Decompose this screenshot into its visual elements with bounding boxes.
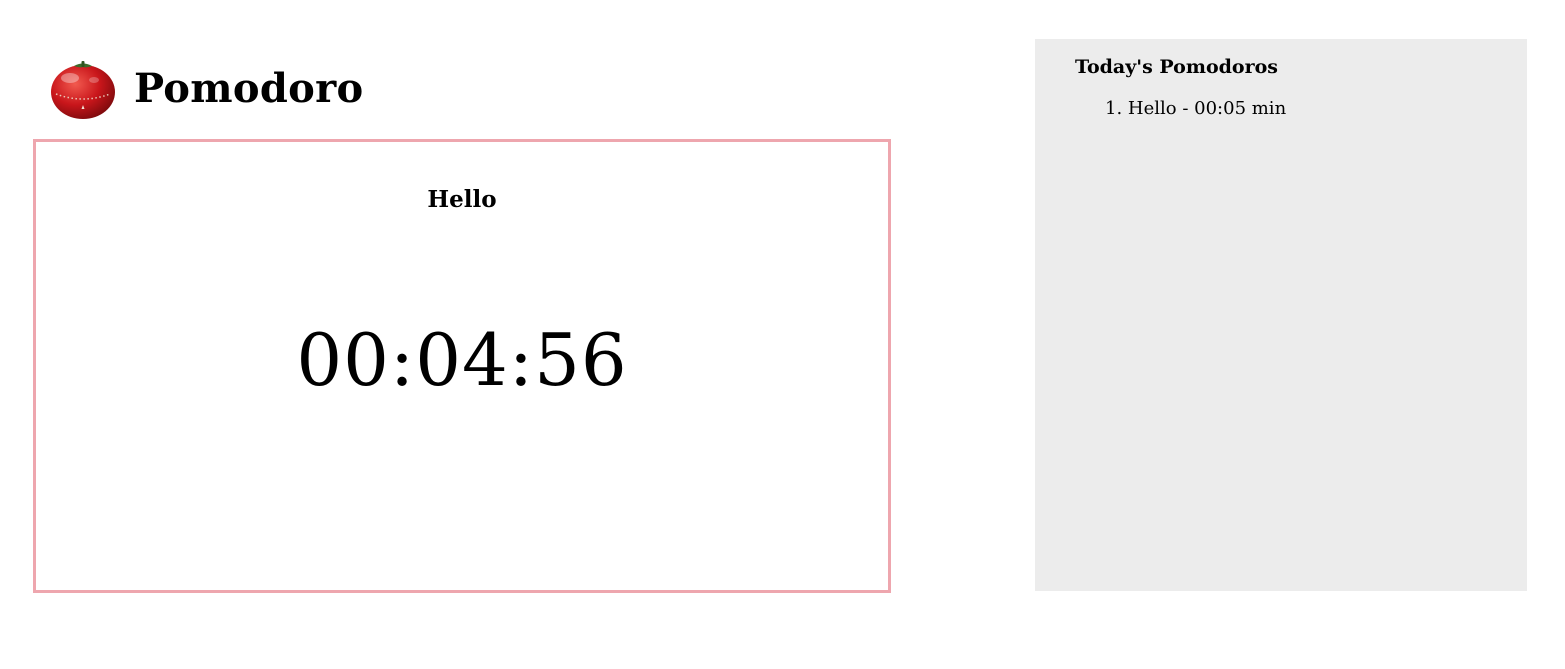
history-list: 1. Hello - 00:05 min bbox=[1105, 97, 1286, 121]
tomato-timer-icon bbox=[51, 61, 115, 119]
history-item: 1. Hello - 00:05 min bbox=[1105, 97, 1286, 121]
app-title: Pomodoro bbox=[134, 65, 364, 112]
current-task-name: Hello bbox=[427, 186, 497, 213]
countdown-display: 00:04:56 bbox=[296, 318, 628, 402]
app-header: Pomodoro bbox=[50, 58, 364, 120]
history-panel: Today's Pomodoros 1. Hello - 00:05 min bbox=[1035, 39, 1527, 591]
timer-panel: Hello 00:04:56 bbox=[33, 139, 891, 593]
history-item-index: 1. bbox=[1105, 98, 1123, 119]
history-title: Today's Pomodoros bbox=[1075, 56, 1278, 78]
history-item-text: Hello - 00:05 min bbox=[1127, 98, 1287, 119]
